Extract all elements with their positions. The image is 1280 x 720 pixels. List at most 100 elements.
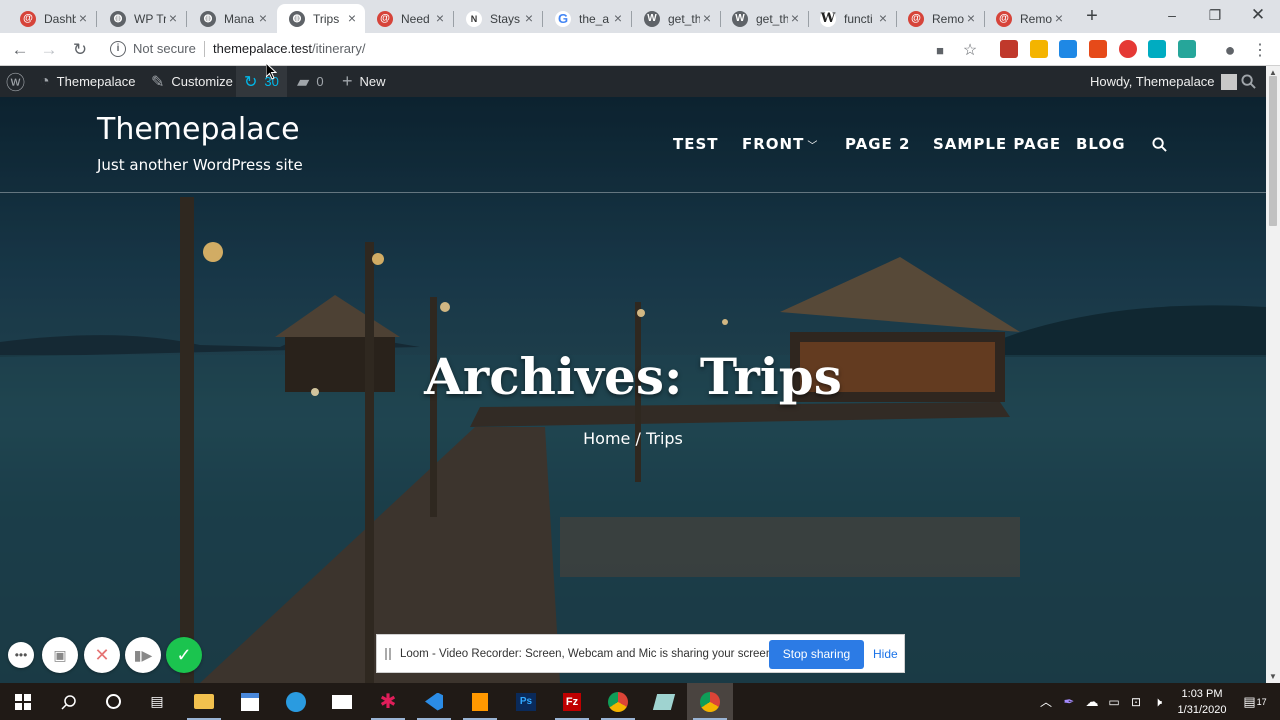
loom-cancel-button[interactable]: ✕ — [84, 637, 120, 673]
extension-icon[interactable] — [1089, 40, 1107, 58]
close-icon[interactable]: × — [522, 11, 536, 25]
tab-label: WP Tr — [134, 11, 166, 26]
scrollbar-thumb[interactable] — [1269, 76, 1277, 226]
battery-icon[interactable]: ▭ — [1103, 683, 1125, 720]
extension-icon[interactable] — [1000, 40, 1018, 58]
tab-remove-2[interactable]: @ Remo × — [984, 4, 1072, 33]
site-title[interactable]: Themepalace — [97, 112, 300, 147]
tab-trips[interactable]: ◍ Trips × — [277, 4, 365, 33]
tab-remove-1[interactable]: @ Remo × — [896, 4, 985, 33]
extension-icon[interactable] — [1119, 40, 1137, 58]
tab-need[interactable]: @ Need × — [365, 4, 454, 33]
admin-updates[interactable]: ↻ 30 — [236, 66, 287, 97]
extension-icon[interactable] — [1059, 40, 1077, 58]
menu-item-front[interactable]: FRONT ﹀ — [742, 135, 818, 153]
file-explorer-button[interactable] — [181, 683, 227, 720]
close-icon[interactable]: × — [964, 11, 978, 25]
camera-icon[interactable]: ■ — [928, 38, 952, 62]
menu-item-test[interactable]: TEST — [673, 135, 719, 153]
notes-button[interactable] — [641, 683, 687, 720]
loom-finish-button[interactable]: ✓ — [166, 637, 202, 673]
tab-label: Stays — [490, 11, 521, 26]
chrome-button[interactable] — [595, 683, 641, 720]
reload-button[interactable]: ↻ — [68, 38, 92, 62]
cortana-button[interactable] — [90, 683, 136, 720]
windows-icon — [15, 693, 31, 710]
tray-pen-icon[interactable]: ✒ — [1058, 683, 1080, 720]
mail-button[interactable] — [319, 683, 365, 720]
address-bar[interactable]: i Not secure themepalace.test/itinerary/ — [102, 37, 986, 62]
notification-center[interactable]: ▤ 17 — [1240, 683, 1270, 720]
close-icon[interactable]: × — [76, 11, 90, 25]
close-icon[interactable]: × — [166, 11, 180, 25]
wp-logo-icon[interactable]: ⓦ — [6, 66, 25, 97]
tab-stays[interactable]: N Stays × — [454, 4, 543, 33]
close-icon[interactable]: × — [700, 11, 714, 25]
extension-icon[interactable] — [1148, 40, 1166, 58]
tab-dashboard[interactable]: @ Dashb × — [8, 4, 97, 33]
hide-link[interactable]: Hide — [873, 647, 898, 661]
loom-camera-button[interactable]: ▣ — [42, 637, 78, 673]
tab-wp-travel[interactable]: ◍ WP Tr × — [98, 4, 187, 33]
clock[interactable]: 1:03 PM 1/31/2020 — [1172, 686, 1232, 718]
close-icon[interactable]: × — [433, 11, 447, 25]
close-icon[interactable]: × — [611, 11, 625, 25]
tab-functions[interactable]: W functi × — [808, 4, 897, 33]
menu-item-page-2[interactable]: PAGE 2 — [845, 135, 910, 153]
volume-muted-icon[interactable]: 🕨 — [1147, 683, 1169, 720]
taskbar-search-button[interactable] — [46, 683, 92, 720]
search-icon[interactable] — [1152, 137, 1167, 152]
close-icon[interactable]: × — [345, 11, 359, 25]
avatar — [1220, 73, 1237, 90]
admin-new[interactable]: + New — [342, 66, 386, 97]
network-icon[interactable]: ⊡ — [1125, 683, 1147, 720]
stop-sharing-button[interactable]: Stop sharing — [769, 640, 864, 669]
scroll-down-icon[interactable]: ▼ — [1269, 672, 1277, 681]
tab-google[interactable]: G the_a × — [543, 4, 632, 33]
extension-icon[interactable] — [1030, 40, 1048, 58]
restore-button[interactable]: ❐ — [1193, 0, 1237, 30]
close-icon[interactable]: × — [876, 11, 890, 25]
sublime-button[interactable] — [457, 683, 503, 720]
extension-icon[interactable] — [1178, 40, 1196, 58]
task-view-button[interactable]: ▤ — [134, 683, 180, 720]
loom-pause-button[interactable]: ▮▶ — [125, 637, 161, 673]
page-scrollbar[interactable]: ▲ ▼ — [1266, 66, 1280, 683]
back-button[interactable]: ← — [8, 38, 32, 62]
admin-customize[interactable]: ✎ Customize — [151, 66, 233, 97]
admin-site-name[interactable]: ◔ Themepalace — [40, 66, 135, 97]
store-button[interactable] — [227, 683, 273, 720]
loom-more-button[interactable]: ••• — [8, 642, 34, 668]
vscode-button[interactable] — [411, 683, 457, 720]
admin-account[interactable]: Howdy, Themepalace — [1090, 66, 1237, 97]
drag-handle-icon[interactable] — [385, 648, 391, 660]
slack-button[interactable]: ✱ — [365, 683, 411, 720]
start-button[interactable] — [0, 683, 46, 720]
tab-get-the-2[interactable]: W get_th × — [720, 4, 809, 33]
minimize-button[interactable]: – — [1150, 0, 1194, 30]
info-icon[interactable]: i — [110, 41, 126, 57]
forward-button[interactable]: → — [37, 38, 61, 62]
photoshop-button[interactable]: Ps — [503, 683, 549, 720]
menu-item-blog[interactable]: BLOG — [1076, 135, 1126, 153]
close-icon[interactable]: × — [788, 11, 802, 25]
admin-comments[interactable]: ▰ 0 — [297, 66, 324, 97]
tray-expand-icon[interactable]: ︿ — [1036, 683, 1056, 720]
breadcrumb[interactable]: Home / Trips — [0, 429, 1266, 448]
menu-icon[interactable]: ⋮ — [1248, 38, 1272, 62]
url-text[interactable]: themepalace.test/itinerary/ — [213, 41, 365, 56]
close-window-button[interactable]: ✕ — [1236, 0, 1280, 30]
tab-manage[interactable]: ◍ Mana × — [188, 4, 276, 33]
menu-item-sample-page[interactable]: SAMPLE PAGE — [933, 135, 1061, 153]
tab-get-the-1[interactable]: W get_th × — [632, 4, 721, 33]
chrome-active-button[interactable] — [687, 683, 733, 720]
edge-button[interactable] — [273, 683, 319, 720]
admin-search[interactable] — [1241, 66, 1256, 97]
profile-icon[interactable]: ● — [1218, 38, 1242, 62]
close-icon[interactable]: × — [256, 11, 270, 25]
filezilla-button[interactable]: Fz — [549, 683, 595, 720]
onedrive-icon[interactable]: ☁ — [1081, 683, 1103, 720]
bookmark-star-icon[interactable]: ☆ — [958, 38, 982, 62]
close-icon[interactable]: × — [1052, 11, 1066, 25]
new-tab-button[interactable]: + — [1082, 6, 1102, 26]
